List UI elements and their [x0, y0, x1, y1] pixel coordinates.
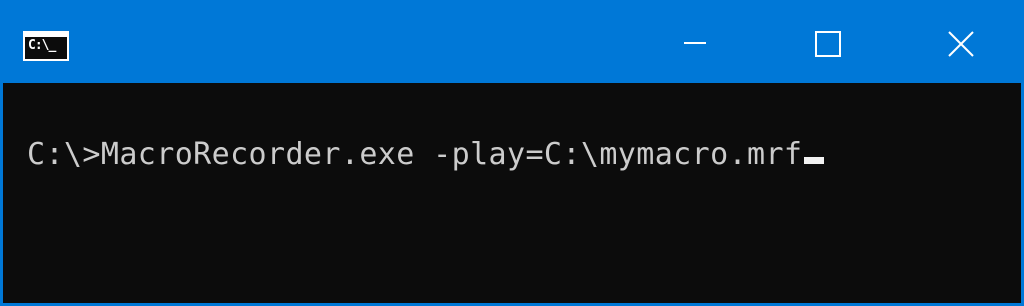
- maximize-icon: [815, 31, 841, 57]
- command-prompt-window: C:\_ C:\>MacroRecorder.exe -play=C:\myma…: [0, 0, 1024, 306]
- close-icon: [948, 31, 974, 57]
- minimize-icon: [684, 42, 706, 44]
- command-text: MacroRecorder.exe -play=C:\mymacro.mrf: [100, 137, 803, 172]
- console-area[interactable]: C:\>MacroRecorder.exe -play=C:\mymacro.m…: [3, 83, 1021, 303]
- maximize-button[interactable]: [789, 3, 869, 83]
- close-button[interactable]: [922, 3, 1002, 83]
- cmd-icon-text: C:\_: [28, 38, 56, 53]
- minimize-button[interactable]: [654, 3, 734, 83]
- cmd-icon[interactable]: C:\_: [23, 31, 69, 61]
- prompt-text: C:\>: [27, 137, 101, 172]
- text-cursor: [804, 157, 825, 164]
- title-bar[interactable]: C:\_: [3, 3, 1021, 83]
- command-line: C:\>MacroRecorder.exe -play=C:\mymacro.m…: [27, 135, 825, 175]
